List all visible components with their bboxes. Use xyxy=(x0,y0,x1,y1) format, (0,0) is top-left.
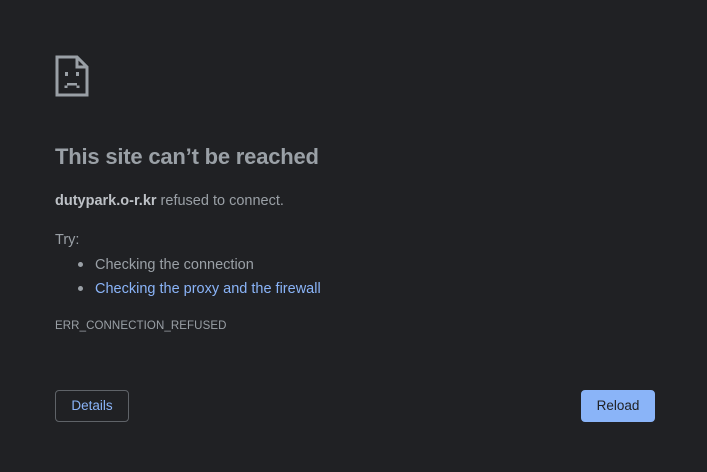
error-code: ERR_CONNECTION_REFUSED xyxy=(55,320,227,332)
page-title: This site can’t be reached xyxy=(55,144,319,169)
error-message-suffix: refused to connect. xyxy=(156,193,284,209)
try-label: Try: xyxy=(55,232,80,248)
suggestion-link-text[interactable]: Checking the proxy and the firewall xyxy=(95,281,321,297)
suggestion-list: Checking the connection Checking the pro… xyxy=(55,254,321,302)
suggestion-text: Checking the connection xyxy=(95,257,254,273)
suggestion-check-proxy-firewall-link[interactable]: Checking the proxy and the firewall xyxy=(55,278,321,302)
details-button[interactable]: Details xyxy=(55,390,129,422)
bullet-icon xyxy=(78,286,83,291)
error-host: dutypark.o-r.kr xyxy=(55,193,157,209)
sad-document-icon xyxy=(55,55,89,97)
bullet-icon xyxy=(78,262,83,267)
suggestion-check-connection: Checking the connection xyxy=(55,254,321,278)
error-message: dutypark.o-r.kr refused to connect. xyxy=(55,193,284,209)
reload-button[interactable]: Reload xyxy=(581,390,655,422)
